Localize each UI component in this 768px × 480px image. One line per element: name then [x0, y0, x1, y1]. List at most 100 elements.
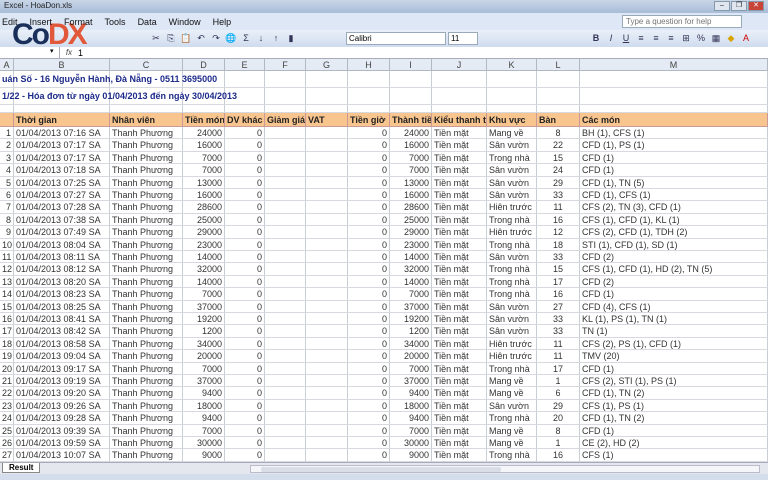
- data-cell[interactable]: Tiền mặt: [432, 288, 487, 301]
- column-header-i[interactable]: I: [390, 59, 432, 71]
- data-cell[interactable]: Tiền mặt: [432, 151, 487, 165]
- data-cell[interactable]: 01/04/2013 07:28 SA: [14, 201, 110, 214]
- data-cell[interactable]: 16000: [390, 189, 432, 202]
- data-cell[interactable]: Thanh Phương: [110, 300, 183, 313]
- cell[interactable]: [580, 88, 768, 105]
- data-cell[interactable]: 12: [0, 263, 14, 276]
- data-cell[interactable]: 0: [225, 300, 265, 313]
- menu-data[interactable]: Data: [138, 17, 157, 27]
- data-cell[interactable]: 0: [348, 189, 390, 202]
- data-cell[interactable]: Thanh Phương: [110, 263, 183, 276]
- data-cell[interactable]: 01/04/2013 08:12 SA: [14, 263, 110, 276]
- data-cell[interactable]: 0: [225, 213, 265, 227]
- data-cell[interactable]: 0: [348, 275, 390, 289]
- cell[interactable]: [110, 105, 183, 113]
- cell[interactable]: [432, 105, 487, 113]
- data-cell[interactable]: Tiền mặt: [432, 263, 487, 276]
- data-cell[interactable]: Tiền mặt: [432, 300, 487, 313]
- data-cell[interactable]: 23: [0, 399, 14, 413]
- data-cell[interactable]: 28600: [183, 201, 225, 214]
- data-cell[interactable]: Trong nhà: [487, 288, 537, 301]
- data-cell[interactable]: 8: [537, 127, 580, 140]
- data-cell[interactable]: 01/04/2013 09:59 SA: [14, 437, 110, 450]
- cell[interactable]: [432, 71, 487, 88]
- header-cell[interactable]: Giảm giá: [265, 113, 306, 127]
- cell[interactable]: [348, 71, 390, 88]
- cell[interactable]: [487, 105, 537, 113]
- data-cell[interactable]: [265, 300, 306, 313]
- data-cell[interactable]: CFS (2), TN (3), CFD (1): [580, 201, 768, 214]
- data-cell[interactable]: CFD (1), CFS (1): [580, 189, 768, 202]
- data-cell[interactable]: 16: [537, 288, 580, 301]
- data-cell[interactable]: Thanh Phương: [110, 399, 183, 413]
- data-cell[interactable]: 3: [0, 151, 14, 165]
- data-cell[interactable]: Tiền mặt: [432, 387, 487, 400]
- data-cell[interactable]: 7000: [390, 151, 432, 165]
- copy-icon[interactable]: ⎘: [165, 33, 177, 44]
- data-cell[interactable]: 0: [225, 337, 265, 351]
- cell[interactable]: [487, 88, 537, 105]
- data-cell[interactable]: Hiên trước: [487, 337, 537, 351]
- cell[interactable]: [225, 71, 265, 88]
- data-cell[interactable]: 0: [225, 151, 265, 165]
- close-button[interactable]: ✕: [748, 1, 764, 11]
- data-cell[interactable]: Thanh Phương: [110, 139, 183, 152]
- cell[interactable]: [306, 88, 348, 105]
- data-cell[interactable]: Tiền mặt: [432, 313, 487, 326]
- borders-icon[interactable]: ▦: [710, 33, 722, 44]
- data-cell[interactable]: 20: [537, 412, 580, 425]
- header-cell[interactable]: [0, 113, 14, 127]
- data-cell[interactable]: 6: [0, 189, 14, 202]
- data-cell[interactable]: CFD (1), PS (1): [580, 139, 768, 152]
- data-cell[interactable]: 9400: [183, 387, 225, 400]
- data-cell[interactable]: CFS (1), PS (1): [580, 399, 768, 413]
- data-cell[interactable]: 0: [225, 176, 265, 189]
- sort-asc-icon[interactable]: ↓: [255, 33, 267, 44]
- data-cell[interactable]: 0: [225, 127, 265, 140]
- cell[interactable]: [580, 71, 768, 88]
- undo-icon[interactable]: ↶: [195, 33, 207, 44]
- data-cell[interactable]: Thanh Phương: [110, 375, 183, 388]
- data-cell[interactable]: 7000: [183, 362, 225, 375]
- font-select[interactable]: Calibri: [346, 32, 446, 45]
- data-cell[interactable]: 0: [225, 375, 265, 388]
- cell[interactable]: [306, 71, 348, 88]
- data-cell[interactable]: [306, 176, 348, 189]
- data-cell[interactable]: 17: [537, 275, 580, 289]
- data-cell[interactable]: [265, 337, 306, 351]
- data-cell[interactable]: 0: [225, 164, 265, 177]
- data-cell[interactable]: CFS (1): [580, 449, 768, 462]
- data-cell[interactable]: 29: [537, 399, 580, 413]
- data-cell[interactable]: Hiên trước: [487, 201, 537, 214]
- cell[interactable]: [580, 105, 768, 113]
- data-cell[interactable]: 23000: [183, 238, 225, 251]
- data-cell[interactable]: 01/04/2013 07:27 SA: [14, 189, 110, 202]
- data-cell[interactable]: Tiền mặt: [432, 176, 487, 189]
- data-cell[interactable]: Tiền mặt: [432, 275, 487, 289]
- data-cell[interactable]: [265, 424, 306, 437]
- data-cell[interactable]: 30000: [390, 437, 432, 450]
- data-cell[interactable]: 18: [537, 238, 580, 251]
- data-cell[interactable]: 0: [348, 449, 390, 462]
- column-header-j[interactable]: J: [432, 59, 487, 71]
- paste-icon[interactable]: 📋: [180, 33, 192, 44]
- data-cell[interactable]: 01/04/2013 08:25 SA: [14, 300, 110, 313]
- data-cell[interactable]: [265, 164, 306, 177]
- data-cell[interactable]: 11: [537, 201, 580, 214]
- data-cell[interactable]: 20000: [390, 350, 432, 363]
- autosum-icon[interactable]: Σ: [240, 33, 252, 44]
- data-cell[interactable]: 37000: [390, 375, 432, 388]
- data-cell[interactable]: [306, 437, 348, 450]
- data-cell[interactable]: Tiền mặt: [432, 164, 487, 177]
- data-cell[interactable]: 17: [0, 325, 14, 338]
- data-cell[interactable]: 0: [348, 325, 390, 338]
- data-cell[interactable]: TMV (20): [580, 350, 768, 363]
- data-cell[interactable]: Thanh Phương: [110, 189, 183, 202]
- data-cell[interactable]: 16: [537, 213, 580, 227]
- cell[interactable]: [14, 105, 110, 113]
- data-cell[interactable]: 15: [537, 263, 580, 276]
- data-cell[interactable]: 22: [537, 139, 580, 152]
- data-cell[interactable]: 9: [0, 226, 14, 239]
- data-cell[interactable]: Tiền mặt: [432, 350, 487, 363]
- cell[interactable]: [390, 71, 432, 88]
